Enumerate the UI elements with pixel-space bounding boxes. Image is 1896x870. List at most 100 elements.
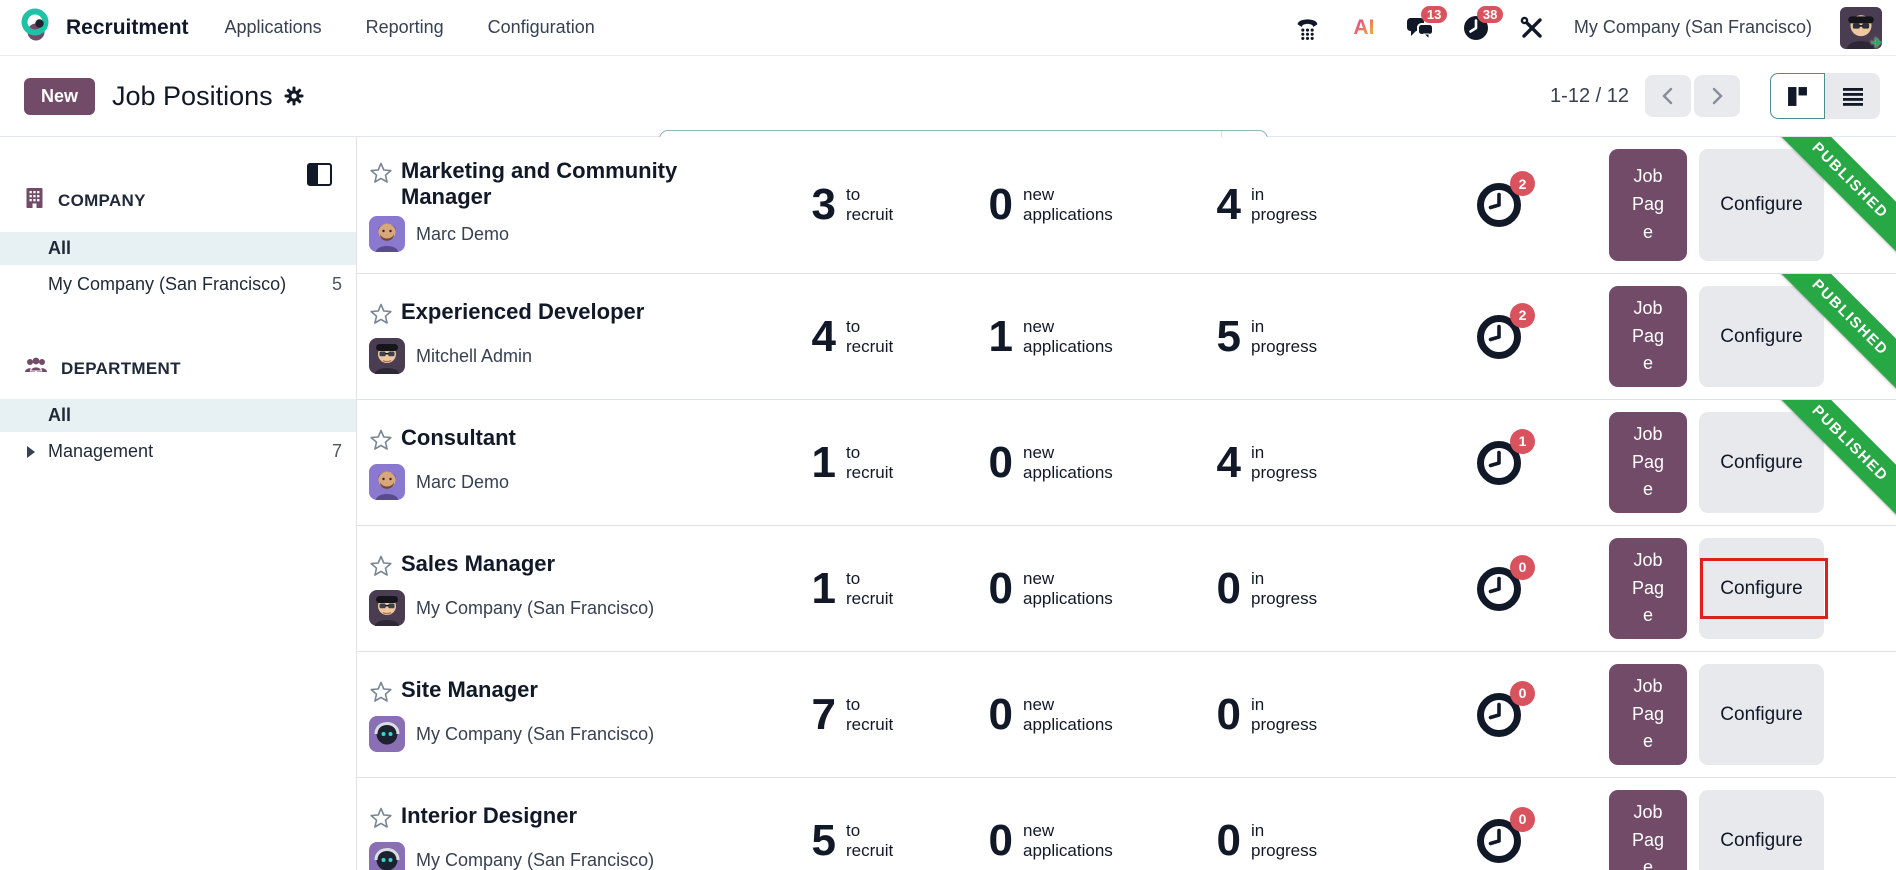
sidebar-section-title: COMPANY (58, 190, 146, 210)
configure-button[interactable]: Configure (1699, 790, 1824, 870)
sidebar-item-label: All (48, 238, 72, 258)
job-position-title[interactable]: Interior Designer (401, 803, 577, 829)
pager-next-button[interactable] (1694, 75, 1740, 117)
recruiter-name: My Company (San Francisco) (416, 723, 655, 744)
activities-clock-icon[interactable]: 0 (1476, 680, 1535, 738)
job-row-site-manager[interactable]: Site Manager My Company (San Francisco) … (357, 652, 1896, 778)
voip-phone-icon[interactable] (1294, 14, 1322, 42)
activities-clock-icon[interactable]: 2 (1476, 171, 1535, 228)
stat-new-applications[interactable]: 0 new applications (966, 183, 1194, 227)
sidebar-item-all[interactable]: All (0, 399, 356, 432)
job-position-title[interactable]: Sales Manager (401, 551, 555, 577)
in-progress-count: 5 (1216, 311, 1241, 361)
job-row-marketing-and-community-manager[interactable]: Marketing and Community Manager Marc Dem… (357, 137, 1896, 274)
job-page-button[interactable]: Job Page (1609, 538, 1687, 639)
expand-caret-icon[interactable] (27, 445, 35, 458)
job-row-sales-manager[interactable]: Sales Manager My Company (San Francisco)… (357, 526, 1896, 652)
sidebar-item-management[interactable]: Management 7 (0, 435, 356, 468)
messages-icon[interactable]: 13 (1406, 5, 1448, 42)
nav-menu-reporting[interactable]: Reporting (366, 17, 444, 38)
to-recruit-count: 5 (811, 815, 836, 865)
job-page-button[interactable]: Job Page (1609, 790, 1687, 870)
app-switcher[interactable]: Recruitment (18, 7, 189, 48)
stat-new-applications[interactable]: 0 new applications (966, 689, 1194, 739)
job-row-experienced-developer[interactable]: Experienced Developer Mitchell Admin 4 t… (357, 274, 1896, 400)
job-page-button[interactable]: Job Page (1609, 412, 1687, 513)
new-applications-label: new applications (1023, 442, 1113, 482)
job-position-title[interactable]: Marketing and Community Manager (401, 158, 721, 210)
stat-in-progress[interactable]: 0 in progress (1194, 818, 1424, 863)
stat-in-progress[interactable]: 0 in progress (1194, 566, 1424, 611)
pager-previous-button[interactable] (1645, 75, 1691, 117)
new-applications-count: 0 (988, 689, 1013, 739)
favorite-star-icon[interactable] (369, 302, 393, 331)
stat-to-recruit: 1 to recruit (784, 440, 966, 485)
recruiter-avatar (369, 464, 405, 500)
sidebar-item-my-company-san-francisco-[interactable]: My Company (San Francisco) 5 (0, 268, 356, 301)
favorite-star-icon[interactable] (369, 428, 393, 457)
activities-count-badge: 0 (1510, 680, 1535, 706)
sidebar-item-label: Management (48, 441, 154, 461)
debug-tools-icon[interactable] (1518, 14, 1546, 42)
favorite-star-icon[interactable] (369, 161, 393, 190)
activities-clock-icon[interactable]: 1 (1476, 428, 1535, 486)
stat-to-recruit: 3 to recruit (784, 183, 966, 227)
company-switcher[interactable]: My Company (San Francisco) (1574, 17, 1812, 38)
new-applications-label: new applications (1023, 316, 1113, 356)
configure-button[interactable]: Configure (1699, 538, 1828, 639)
configure-button[interactable]: Configure (1699, 286, 1824, 387)
nav-menu-configuration[interactable]: Configuration (488, 17, 595, 38)
user-avatar[interactable]: ✈ (1840, 6, 1882, 49)
navbar-systray: AI 13 38 My Company (San Francisco) ✈ (1294, 5, 1882, 49)
stat-new-applications[interactable]: 0 new applications (966, 563, 1194, 613)
to-recruit-label: to recruit (846, 820, 894, 860)
stat-in-progress[interactable]: 0 in progress (1194, 692, 1424, 737)
sidebar-item-all[interactable]: All (0, 232, 356, 265)
job-position-title[interactable]: Experienced Developer (401, 299, 644, 325)
control-bar: New Job Positions Search... 1-12 / 12 (0, 56, 1896, 177)
stat-new-applications[interactable]: 0 new applications (966, 818, 1194, 863)
stat-new-applications[interactable]: 1 new applications (966, 314, 1194, 359)
nav-menu-applications[interactable]: Applications (225, 17, 322, 38)
stat-in-progress[interactable]: 5 in progress (1194, 311, 1424, 361)
recruiter-name: My Company (San Francisco) (416, 597, 655, 618)
activities-clock-icon[interactable]: 0 (1476, 806, 1535, 864)
job-row-interior-designer[interactable]: Interior Designer My Company (San Franci… (357, 778, 1896, 870)
new-applications-count: 0 (988, 563, 1013, 613)
favorite-star-icon[interactable] (369, 554, 393, 583)
ai-assistant-icon[interactable]: AI (1350, 14, 1378, 42)
job-position-title[interactable]: Site Manager (401, 677, 538, 703)
configure-button[interactable]: Configure (1699, 149, 1824, 261)
job-row-consultant[interactable]: Consultant Marc Demo 1 to recruit 0 new … (357, 400, 1896, 526)
sidebar-collapse-icon[interactable] (307, 163, 332, 186)
view-settings-gear-icon[interactable] (283, 85, 305, 107)
job-page-button[interactable]: Job Page (1609, 664, 1687, 765)
stat-in-progress[interactable]: 4 in progress (1194, 440, 1424, 485)
job-position-title[interactable]: Consultant (401, 425, 516, 451)
configure-button[interactable]: Configure (1699, 664, 1824, 765)
in-progress-count: 4 (1216, 180, 1241, 229)
configure-button[interactable]: Configure (1699, 412, 1824, 513)
activities-clock-icon[interactable]: 0 (1476, 554, 1535, 612)
recruiter-avatar (369, 590, 405, 626)
kanban-view-button[interactable] (1770, 73, 1825, 119)
activities-icon[interactable]: 38 (1462, 5, 1504, 42)
activities-count-badge: 38 (1476, 5, 1504, 23)
job-page-button[interactable]: Job Page (1609, 286, 1687, 387)
new-button[interactable]: New (24, 77, 96, 115)
job-page-button[interactable]: Job Page (1609, 149, 1687, 261)
top-navbar: Recruitment Applications Reporting Configu… (0, 0, 1896, 56)
app-name: Recruitment (66, 15, 189, 39)
sidebar-section-company: COMPANY All My Company (San Francisco) 5 (0, 187, 356, 356)
activities-clock-icon[interactable]: 2 (1476, 302, 1535, 360)
favorite-star-icon[interactable] (369, 680, 393, 709)
out-of-office-plane-icon: ✈ (1870, 34, 1882, 49)
stat-in-progress[interactable]: 4 in progress (1194, 183, 1424, 227)
sidebar-section-department: DEPARTMENT All Management 7 (0, 356, 356, 468)
in-progress-label: in progress (1251, 316, 1318, 356)
list-view-button[interactable] (1825, 73, 1880, 119)
favorite-star-icon[interactable] (369, 806, 393, 835)
stat-to-recruit: 1 to recruit (784, 566, 966, 611)
stat-new-applications[interactable]: 0 new applications (966, 440, 1194, 485)
users-icon (24, 356, 48, 381)
